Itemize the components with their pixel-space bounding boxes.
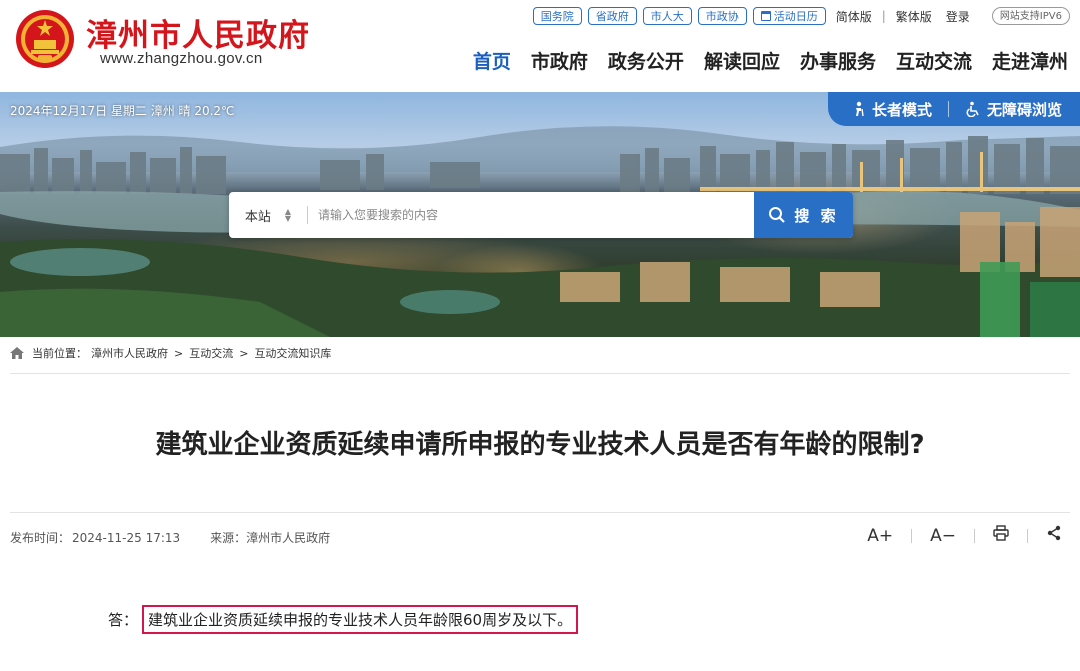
- calendar-label: 活动日历: [773, 9, 818, 23]
- accessibility-bar: 长者模式 无障碍浏览: [827, 92, 1080, 126]
- divider: [10, 512, 1070, 513]
- answer-label: 答：: [108, 611, 139, 629]
- nav-home[interactable]: 首页: [473, 47, 511, 74]
- site-name[interactable]: 漳州市人民政府: [86, 10, 310, 55]
- nav-government-affairs[interactable]: 政务公开: [608, 47, 684, 74]
- activity-calendar-button[interactable]: 活动日历: [752, 7, 826, 25]
- calendar-icon: [760, 11, 771, 21]
- breadcrumb-home[interactable]: 漳州市人民政府: [91, 345, 168, 361]
- font-increase-button[interactable]: A+: [867, 526, 893, 546]
- publish-time: 发布时间： 2024-11-25 17:13: [10, 529, 180, 546]
- publish-time-label: 发布时间：: [10, 531, 71, 545]
- link-provincial-gov[interactable]: 省政府: [587, 7, 637, 25]
- nav-interpretation[interactable]: 解读回应: [704, 47, 780, 74]
- divider: [10, 373, 1070, 374]
- home-icon: [10, 347, 24, 359]
- share-button[interactable]: [1046, 525, 1062, 546]
- search-icon: [769, 207, 786, 223]
- nav-interaction[interactable]: 互动交流: [896, 47, 972, 74]
- simplified-chinese-link[interactable]: 简体版: [832, 8, 876, 25]
- link-state-council[interactable]: 国务院: [532, 7, 582, 25]
- divider: [1027, 528, 1028, 543]
- wheelchair-icon: [966, 101, 979, 117]
- breadcrumb-prefix: 当前位置：: [32, 347, 87, 360]
- breadcrumb-separator: >: [239, 346, 249, 360]
- answer-paragraph: 答： 建筑业企业资质延续申报的专业技术人员年龄限60周岁及以下。: [108, 605, 579, 634]
- source: 来源：漳州市人民政府: [210, 529, 330, 546]
- national-emblem-icon[interactable]: [14, 8, 76, 70]
- city-banner: 2024年12月17日 星期二 漳州 晴 20.2℃ 长者模式 无障碍浏览 本站…: [0, 92, 1080, 337]
- article-tools: A+ A−: [867, 525, 1062, 546]
- divider: [911, 528, 913, 543]
- search-input[interactable]: [308, 208, 754, 222]
- search-scope-value: 本站: [244, 209, 271, 225]
- link-city-cppcc[interactable]: 市政协: [697, 7, 747, 25]
- nav-services[interactable]: 办事服务: [800, 47, 876, 74]
- elder-mode-label: 长者模式: [871, 100, 932, 119]
- breadcrumb-knowledge-base[interactable]: 互动交流知识库: [254, 345, 331, 361]
- font-decrease-button[interactable]: A−: [930, 526, 956, 546]
- printer-icon: [993, 525, 1009, 541]
- search-box: 本站 ▲▼ 搜 索: [229, 192, 853, 238]
- up-down-arrow-icon: ▲ ▼: [284, 207, 292, 223]
- breadcrumb: 当前位置： 漳州市人民政府 > 互动交流 > 互动交流知识库: [10, 345, 331, 361]
- divider: [974, 528, 975, 543]
- login-link[interactable]: 登录: [942, 8, 974, 25]
- article-meta: 发布时间： 2024-11-25 17:13 来源：漳州市人民政府: [10, 529, 330, 546]
- search-button[interactable]: 搜 索: [754, 192, 853, 238]
- separator: |: [881, 9, 886, 23]
- search-button-label: 搜 索: [794, 206, 839, 225]
- date-weather: 2024年12月17日 星期二 漳州 晴 20.2℃: [10, 104, 235, 118]
- divider: [947, 101, 949, 117]
- source-label: 来源：: [210, 531, 247, 545]
- site-url[interactable]: www.zhangzhou.gov.cn: [100, 50, 262, 67]
- top-links: 国务院 省政府 市人大 市政协 活动日历 简体版 | 繁体版 登录 网站支持IP…: [532, 7, 1070, 25]
- elder-icon: [855, 101, 864, 117]
- source-value: 漳州市人民政府: [246, 531, 331, 545]
- accessible-browse-button[interactable]: 无障碍浏览: [965, 99, 1062, 120]
- site-header: 漳州市人民政府 www.zhangzhou.gov.cn 国务院 省政府 市人大…: [0, 0, 1080, 92]
- print-button[interactable]: [993, 525, 1009, 546]
- nav-about-zhangzhou[interactable]: 走进漳州: [992, 47, 1068, 74]
- breadcrumb-separator: >: [174, 346, 184, 360]
- search-scope-select[interactable]: 本站 ▲ ▼: [229, 206, 307, 225]
- accessible-browse-label: 无障碍浏览: [986, 100, 1062, 119]
- traditional-chinese-link[interactable]: 繁体版: [892, 8, 936, 25]
- answer-text: 建筑业企业资质延续申报的专业技术人员年龄限60周岁及以下。: [142, 605, 579, 634]
- nav-city-government[interactable]: 市政府: [531, 47, 588, 74]
- publish-time-value: 2024-11-25 17:13: [72, 531, 181, 545]
- share-icon: [1047, 525, 1061, 541]
- breadcrumb-interaction[interactable]: 互动交流: [189, 345, 233, 361]
- link-city-congress[interactable]: 市人大: [642, 7, 692, 25]
- elder-mode-button[interactable]: 长者模式: [850, 99, 932, 120]
- ipv6-badge: 网站支持IPV6: [991, 7, 1070, 25]
- main-nav: 首页 市政府 政务公开 解读回应 办事服务 互动交流 走进漳州: [473, 47, 1068, 74]
- article-title: 建筑业企业资质延续申请所申报的专业技术人员是否有年龄的限制?: [155, 430, 925, 460]
